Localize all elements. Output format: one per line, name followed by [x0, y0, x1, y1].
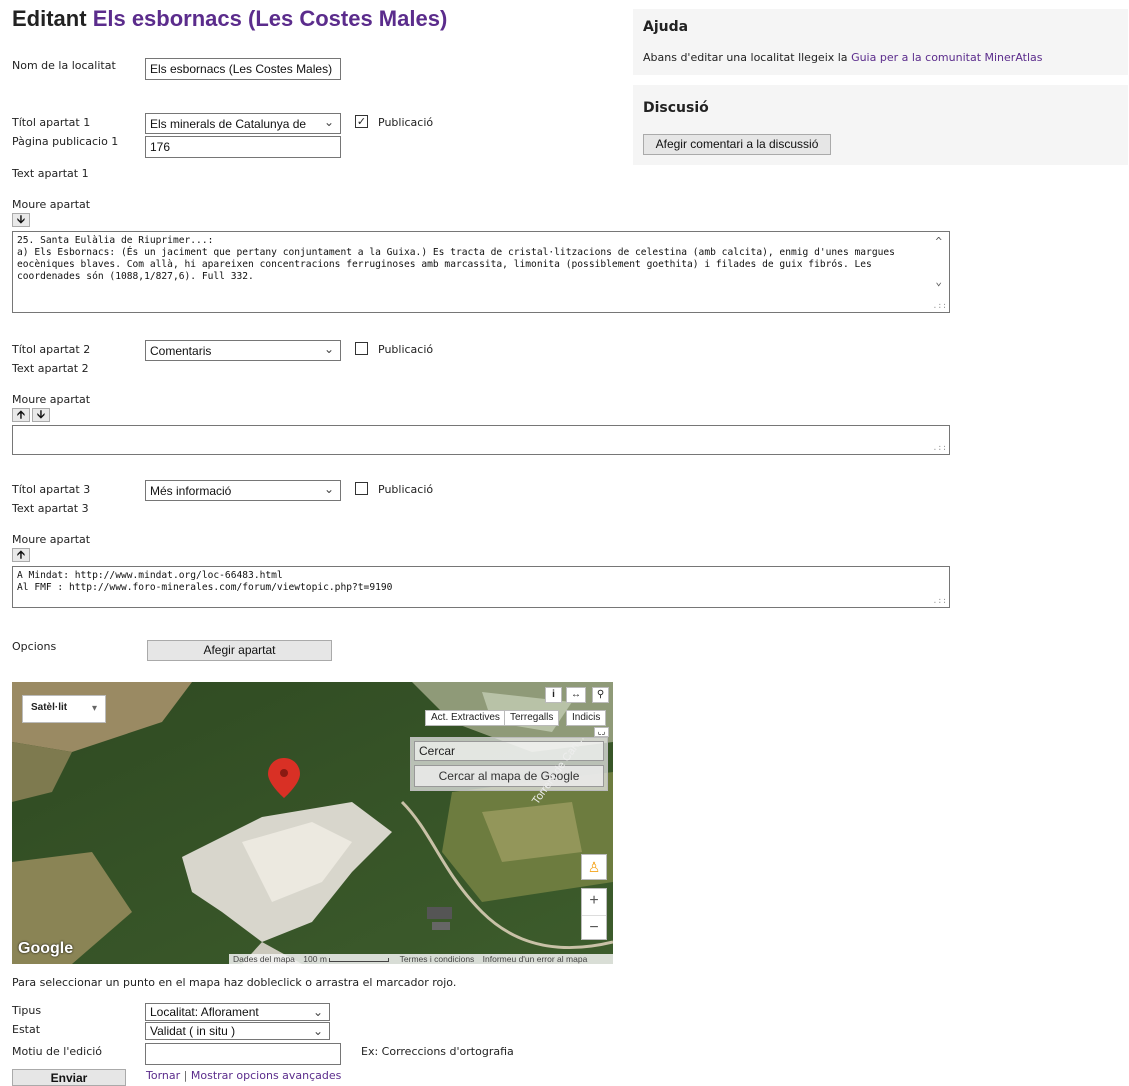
- section1-title-select[interactable]: Els minerals de Catalunya de ⌄: [145, 113, 341, 134]
- section3-title-value: Més informació: [150, 484, 232, 498]
- arrow-down-icon: 🡫: [37, 408, 45, 421]
- section2-move-down-button[interactable]: 🡫: [32, 408, 50, 422]
- page-title: Editant Els esbornacs (Les Costes Males): [12, 6, 447, 32]
- section3-publication-checkbox[interactable]: [355, 482, 368, 495]
- section3-title-select[interactable]: Més informació ⌄: [145, 480, 341, 501]
- reason-label: Motiu de l'edició: [12, 1045, 103, 1058]
- zoom-in-button[interactable]: +: [582, 889, 606, 915]
- help-text-prefix: Abans d'editar una localitat llegeix la: [643, 51, 852, 64]
- state-select[interactable]: Validat ( in situ ) ⌄: [145, 1022, 330, 1040]
- options-label: Opcions: [12, 640, 57, 653]
- map-hint: Para seleccionar un punto en el mapa haz…: [12, 976, 457, 989]
- chevron-down-icon: ⌄: [323, 482, 334, 496]
- state-label: Estat: [12, 1023, 41, 1036]
- pin-icon[interactable]: ⚲: [592, 687, 609, 703]
- scroll-down-icon[interactable]: ⌄: [935, 276, 942, 288]
- chevron-down-icon: ⌄: [312, 1005, 323, 1019]
- arrow-up-icon: 🡩: [17, 548, 25, 561]
- advanced-options-link[interactable]: Mostrar opcions avançades: [191, 1069, 342, 1082]
- reason-input[interactable]: [145, 1043, 341, 1065]
- layer-indicis-toggle[interactable]: Indicis: [566, 710, 607, 726]
- section2-title-value: Comentaris: [150, 344, 212, 358]
- add-comment-button[interactable]: Afegir comentari a la discussió: [643, 134, 831, 155]
- section2-title-select[interactable]: Comentaris ⌄: [145, 340, 341, 361]
- street-view-pegman-icon[interactable]: ♙: [581, 854, 607, 880]
- section1-move-label: Moure apartat: [12, 198, 91, 211]
- state-value: Validat ( in situ ): [150, 1024, 236, 1038]
- reason-example: Ex: Correccions d'ortografia: [361, 1045, 514, 1058]
- link-separator: |: [183, 1069, 188, 1082]
- type-select[interactable]: Localitat: Aflorament ⌄: [145, 1003, 330, 1021]
- section2-title-label: Títol apartat 2: [12, 343, 91, 356]
- fullscreen-icon[interactable]: ⌞⌟: [594, 727, 609, 737]
- title-prefix: Editant: [12, 6, 87, 31]
- measure-icon[interactable]: ↔: [566, 687, 586, 703]
- section1-page-label: Pàgina publicacio 1: [12, 135, 119, 148]
- scroll-up-icon[interactable]: ^: [935, 236, 942, 248]
- map-search-button[interactable]: Cercar al mapa de Google: [414, 765, 604, 787]
- help-text: Abans d'editar una localitat llegeix la …: [643, 51, 1043, 64]
- section1-publication-label: Publicació: [378, 116, 434, 129]
- chevron-down-icon: ▾: [91, 703, 97, 714]
- info-icon[interactable]: i: [545, 687, 562, 703]
- chevron-down-icon: ⌄: [323, 115, 334, 129]
- section1-publication-checkbox[interactable]: ✓: [355, 115, 368, 128]
- map-data-link[interactable]: Dades del mapa: [229, 954, 295, 964]
- section2-publication-checkbox[interactable]: [355, 342, 368, 355]
- add-section-button[interactable]: Afegir apartat: [147, 640, 332, 661]
- discussion-panel: Discusió Afegir comentari a la discussió: [633, 85, 1128, 165]
- chevron-down-icon: ⌄: [312, 1024, 323, 1038]
- section2-publication-label: Publicació: [378, 343, 434, 356]
- resize-grip-icon[interactable]: .::: [933, 595, 947, 607]
- section1-move-down-button[interactable]: 🡫: [12, 213, 30, 227]
- section1-text-value: 25. Santa Eulàlia de Riuprimer...: a) El…: [17, 235, 895, 282]
- section1-text-label: Text apartat 1: [12, 167, 89, 180]
- zoom-control: + −: [581, 888, 607, 940]
- arrow-down-icon: 🡫: [17, 213, 25, 226]
- map-terms-link[interactable]: Termes i condicions: [400, 954, 475, 964]
- map-footer: Dades del mapa 100 m Termes i condicions…: [229, 954, 613, 964]
- section1-title-value: Els minerals de Catalunya de: [150, 117, 307, 131]
- section3-publication-label: Publicació: [378, 483, 434, 496]
- discussion-title: Discusió: [643, 100, 709, 116]
- map-scale-bar: [329, 957, 390, 962]
- map-scale-label: 100 m: [303, 954, 327, 964]
- name-input[interactable]: Els esbornacs (Les Costes Males): [145, 58, 341, 80]
- section3-move-label: Moure apartat: [12, 533, 91, 546]
- section1-page-input[interactable]: 176: [145, 136, 341, 158]
- back-link[interactable]: Tornar: [146, 1069, 180, 1082]
- title-location: Els esbornacs (Les Costes Males): [92, 6, 448, 31]
- chevron-down-icon: ⌄: [323, 342, 334, 356]
- section2-move-label: Moure apartat: [12, 393, 91, 406]
- section3-move-up-button[interactable]: 🡩: [12, 548, 30, 562]
- section3-title-label: Títol apartat 3: [12, 483, 91, 496]
- section2-text-label: Text apartat 2: [12, 362, 89, 375]
- section2-text-area[interactable]: .::: [12, 425, 950, 455]
- bottom-links: Tornar | Mostrar opcions avançades: [146, 1070, 341, 1082]
- name-label: Nom de la localitat: [12, 59, 116, 72]
- community-guide-link[interactable]: Guia per a la comunitat MinerAtlas: [851, 51, 1042, 64]
- arrow-up-icon: 🡩: [17, 408, 25, 421]
- section2-move-up-button[interactable]: 🡩: [12, 408, 30, 422]
- section1-text-area[interactable]: 25. Santa Eulàlia de Riuprimer...: a) El…: [12, 231, 950, 313]
- map-type-value: Satèl·lit: [31, 702, 68, 713]
- google-logo: Google: [18, 940, 74, 957]
- zoom-out-button[interactable]: −: [582, 915, 606, 941]
- submit-button[interactable]: Enviar: [12, 1069, 126, 1086]
- help-title: Ajuda: [643, 19, 689, 35]
- section3-text-area[interactable]: A Mindat: http://www.mindat.org/loc-6648…: [12, 566, 950, 608]
- map-type-select[interactable]: Satèl·lit ▾: [22, 695, 106, 723]
- resize-grip-icon[interactable]: .::: [933, 442, 947, 454]
- layer-terregalls-toggle[interactable]: Terregalls: [504, 710, 560, 726]
- layer-extractives-toggle[interactable]: Act. Extractives: [425, 710, 506, 726]
- section3-text-value: A Mindat: http://www.mindat.org/loc-6648…: [17, 570, 393, 593]
- map-report-link[interactable]: Informeu d'un error al mapa: [483, 954, 588, 964]
- section1-title-label: Títol apartat 1: [12, 116, 91, 129]
- resize-grip-icon[interactable]: .::: [933, 300, 947, 312]
- type-value: Localitat: Aflorament: [150, 1005, 259, 1019]
- type-label: Tipus: [12, 1004, 42, 1017]
- help-panel: Ajuda Abans d'editar una localitat llege…: [633, 9, 1128, 75]
- section3-text-label: Text apartat 3: [12, 502, 89, 515]
